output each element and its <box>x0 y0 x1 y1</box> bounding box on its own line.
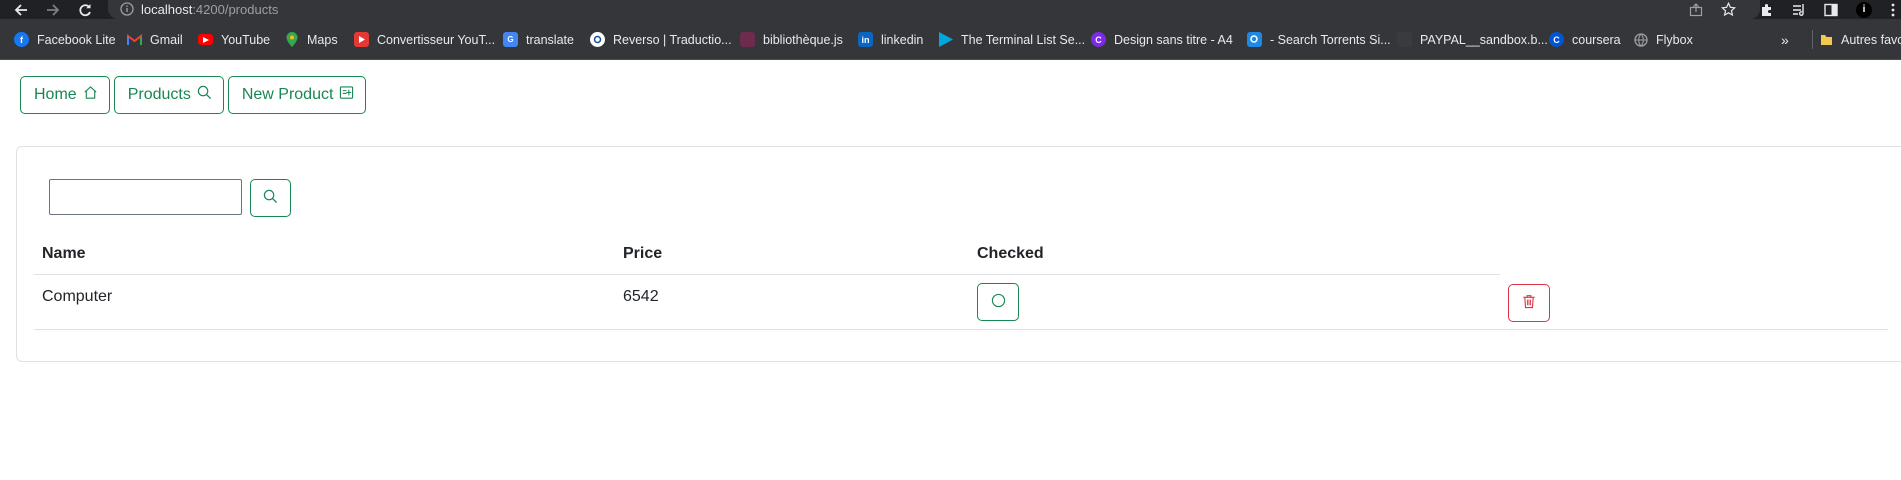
column-header-price: Price <box>623 245 663 262</box>
bookmark-label: Convertisseur YouT... <box>377 32 496 47</box>
new-product-button-label: New Product <box>241 86 334 103</box>
google-translate-icon: G <box>503 32 518 47</box>
extensions-icon[interactable] <box>1757 1 1777 18</box>
product-price-cell: 6542 <box>623 288 659 305</box>
prime-video-icon <box>938 32 953 47</box>
bibliotheque-icon <box>740 32 755 47</box>
products-button[interactable]: Products <box>113 76 224 114</box>
unchecked-circle-icon <box>991 293 1006 311</box>
home-button[interactable]: Home <box>20 76 110 114</box>
bookmark-translate[interactable]: G translate <box>503 31 574 48</box>
bookmark-label: Facebook Lite <box>37 32 116 47</box>
reverso-icon <box>590 32 605 47</box>
delete-product-button[interactable] <box>1508 284 1550 322</box>
address-bar[interactable]: localhost:4200/products <box>108 0 1760 19</box>
bookmark-youtube[interactable]: YouTube <box>198 31 270 48</box>
bookmark-design-sans-titre[interactable]: C Design sans titre - A4 <box>1091 31 1233 48</box>
table-header-divider <box>34 274 1500 275</box>
folder-icon <box>1819 32 1834 47</box>
bookmark-label: translate <box>526 32 574 47</box>
globe-icon <box>1633 32 1648 47</box>
bookmark-search-torrents[interactable]: - Search Torrents Si... <box>1247 31 1391 48</box>
search-button[interactable] <box>250 179 291 217</box>
browser-toolbar: localhost:4200/products i <box>0 0 1901 19</box>
profile-avatar[interactable]: i <box>1854 1 1874 18</box>
canva-icon: C <box>1091 32 1106 47</box>
bookmark-label: bibliothèque.js <box>763 32 843 47</box>
new-product-icon <box>339 85 354 105</box>
url-text: localhost:4200/products <box>141 2 278 17</box>
bookmark-facebook-lite[interactable]: f Facebook Lite <box>14 31 116 48</box>
other-bookmarks-folder[interactable]: Autres favoris <box>1812 30 1901 49</box>
bookmark-terminal-list[interactable]: The Terminal List Se... <box>938 31 1085 48</box>
bookmark-coursera[interactable]: C coursera <box>1549 31 1621 48</box>
url-path: :4200/products <box>192 2 279 17</box>
bookmark-label: Autres favoris <box>1841 32 1901 47</box>
forward-arrow-icon[interactable] <box>42 0 64 19</box>
torrents-icon <box>1247 32 1262 47</box>
bookmarks-bar: f Facebook Lite Gmail YouTube Maps Conve… <box>0 19 1901 60</box>
house-icon <box>83 85 98 105</box>
reading-list-icon[interactable] <box>1789 1 1809 18</box>
trash-icon <box>1522 294 1536 312</box>
search-icon <box>197 85 212 105</box>
bookmark-label: YouTube <box>221 32 271 47</box>
bookmark-label: Reverso | Traductio... <box>613 32 732 47</box>
bookmark-label: - Search Torrents Si... <box>1270 32 1391 47</box>
bookmark-label: Design sans titre - A4 <box>1114 32 1233 47</box>
table-row-divider <box>34 329 1888 330</box>
bookmark-reverso[interactable]: Reverso | Traductio... <box>590 31 732 48</box>
column-header-name: Name <box>42 245 86 262</box>
coursera-icon: C <box>1549 32 1564 47</box>
side-panel-icon[interactable] <box>1821 1 1841 18</box>
back-arrow-icon[interactable] <box>10 0 32 19</box>
maps-pin-icon <box>284 32 299 47</box>
bookmark-label: Maps <box>307 32 338 47</box>
browser-menu-icon[interactable] <box>1884 1 1901 18</box>
column-header-checked: Checked <box>977 245 1044 262</box>
gmail-icon <box>127 32 142 47</box>
toggle-checked-button[interactable] <box>977 283 1019 321</box>
url-host: localhost <box>141 2 193 17</box>
profile-initial: i <box>1856 1 1872 18</box>
bookmark-label: PAYPAL__sandbox.b... <box>1420 32 1548 47</box>
more-bookmarks-chevron[interactable]: » <box>1781 31 1789 48</box>
bookmark-label: Gmail <box>150 32 183 47</box>
search-input[interactable] <box>49 179 242 215</box>
products-card: Name Price Checked Computer 6542 <box>16 146 1901 362</box>
bookmark-star-icon[interactable] <box>1718 1 1738 18</box>
product-name-cell: Computer <box>42 288 113 305</box>
bookmark-linkedin[interactable]: in linkedin <box>858 31 923 48</box>
youtube-icon <box>198 34 213 45</box>
bookmark-paypal-sandbox[interactable]: PAYPAL__sandbox.b... <box>1397 31 1548 48</box>
bookmark-flybox[interactable]: Flybox <box>1633 31 1693 48</box>
reload-icon[interactable] <box>74 0 96 19</box>
linkedin-icon: in <box>858 32 873 47</box>
converter-icon <box>354 32 369 47</box>
search-icon <box>263 189 278 207</box>
share-icon[interactable] <box>1686 1 1706 18</box>
bookmark-label: The Terminal List Se... <box>961 32 1086 47</box>
new-product-button[interactable]: New Product <box>227 76 367 114</box>
paypal-icon <box>1397 32 1412 47</box>
bookmark-label: linkedin <box>881 32 924 47</box>
bookmark-label: coursera <box>1572 32 1621 47</box>
bookmark-label: Flybox <box>1656 32 1693 47</box>
app-navbar: Home Products New Product <box>20 76 367 114</box>
bookmark-convertisseur[interactable]: Convertisseur YouT... <box>354 31 495 48</box>
home-button-label: Home <box>34 86 77 103</box>
bookmark-bibliotheque[interactable]: bibliothèque.js <box>740 31 843 48</box>
bookmark-gmail[interactable]: Gmail <box>127 31 183 48</box>
products-button-label: Products <box>127 86 191 103</box>
facebook-icon: f <box>14 32 29 47</box>
bookmark-maps[interactable]: Maps <box>284 31 338 48</box>
